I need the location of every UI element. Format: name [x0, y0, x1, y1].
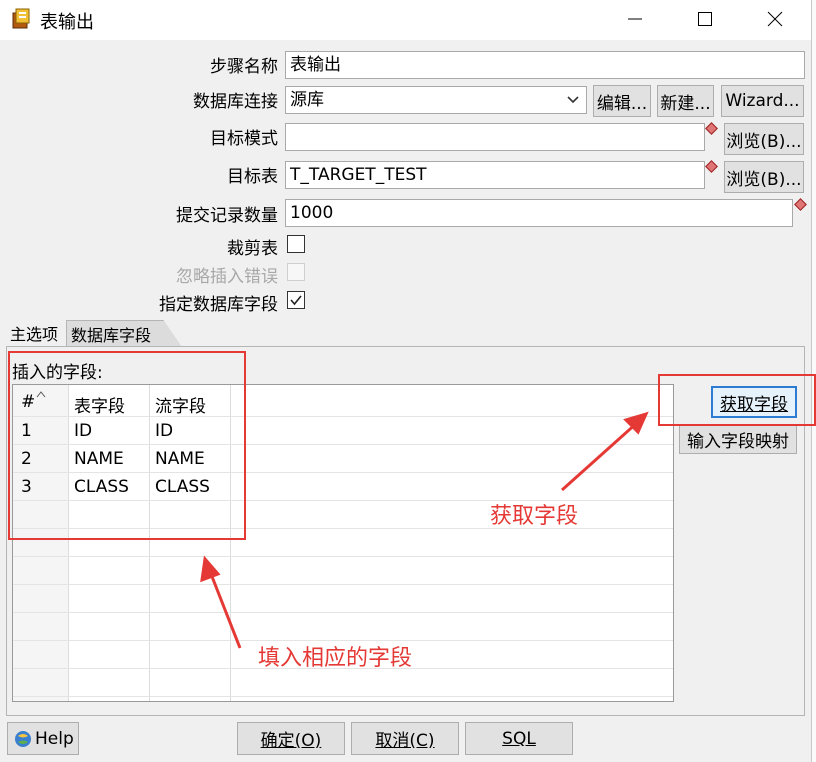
cancel-button[interactable]: 取消(C) — [351, 722, 459, 755]
sql-button[interactable]: SQL — [465, 722, 573, 755]
cancel-label: 取消(C) — [375, 731, 435, 751]
arrow-head-fill-fields — [200, 555, 221, 583]
arrow-line-get-fields — [560, 420, 640, 492]
help-icon — [14, 730, 32, 748]
sql-label: SQL — [502, 728, 536, 749]
annotation-get-fields: 获取字段 — [490, 504, 579, 529]
ok-button[interactable]: 确定(O) — [237, 722, 345, 755]
arrow-line-fill-fields — [209, 573, 242, 649]
help-button[interactable]: Help — [7, 722, 79, 755]
annotation-fill-fields: 填入相应的字段 — [258, 646, 413, 671]
ok-label: 确定(O) — [260, 731, 322, 751]
help-label: Help — [35, 728, 74, 749]
